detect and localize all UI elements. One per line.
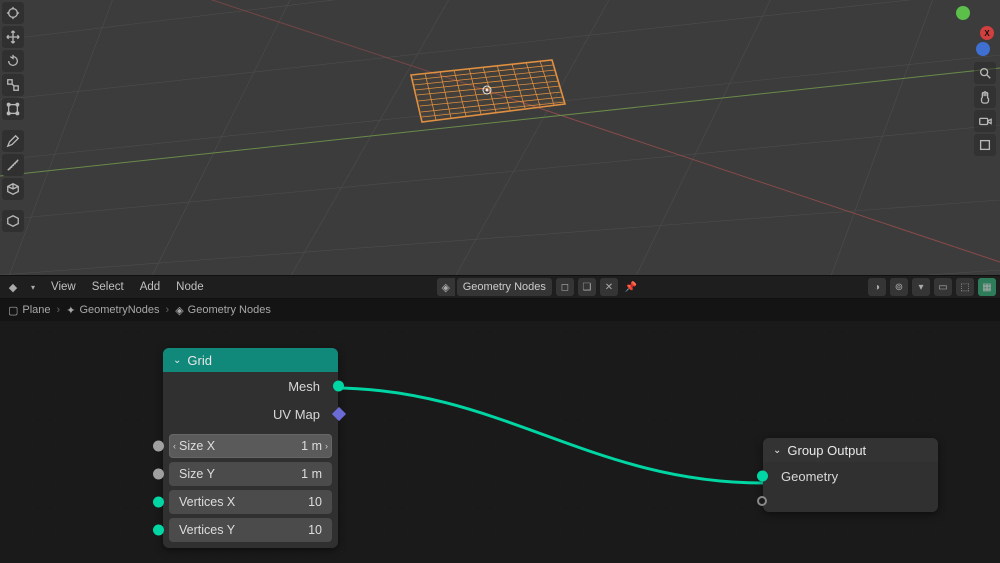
menu-add[interactable]: Add bbox=[133, 281, 167, 293]
node-group-output[interactable]: ⌄ Group Output Geometry bbox=[763, 438, 938, 512]
gizmo-y-axis[interactable] bbox=[956, 6, 970, 20]
field-vertsx-label: Vertices X bbox=[179, 495, 235, 509]
node-editor-header: ◆ ▾ View Select Add Node ◈ Geometry Node… bbox=[0, 275, 1000, 299]
field-size-y[interactable]: Size Y 1 m bbox=[169, 462, 332, 486]
output-uvmap-label: UV Map bbox=[273, 407, 320, 422]
move-tool-icon[interactable] bbox=[2, 26, 24, 48]
options-icon[interactable]: ▾ bbox=[912, 278, 930, 296]
new-nodegroup-icon[interactable]: ❏ bbox=[578, 278, 596, 296]
filter-icon[interactable]: ⬚ bbox=[956, 278, 974, 296]
node-output-header[interactable]: ⌄ Group Output bbox=[763, 438, 938, 462]
viewport-grid bbox=[0, 0, 1000, 275]
node-grid-header[interactable]: ⌄ Grid bbox=[163, 348, 338, 372]
field-sizex-label: Size X bbox=[179, 439, 215, 453]
socket-sizey-in[interactable] bbox=[153, 469, 164, 480]
chevron-left-icon: ‹ bbox=[173, 441, 176, 451]
output-mesh-label: Mesh bbox=[288, 379, 320, 394]
fake-user-icon[interactable]: ◻ bbox=[556, 278, 574, 296]
unlink-icon[interactable]: ✕ bbox=[600, 278, 618, 296]
pin-icon[interactable]: 📌 bbox=[622, 278, 640, 296]
chevron-right-icon: › bbox=[166, 304, 170, 316]
output-mesh-row: Mesh bbox=[163, 372, 338, 400]
cursor-tool-icon[interactable] bbox=[2, 2, 24, 24]
menu-select[interactable]: Select bbox=[85, 281, 131, 293]
field-sizey-label: Size Y bbox=[179, 467, 215, 481]
field-vertsy-value: 10 bbox=[308, 523, 322, 537]
annotate-tool-icon[interactable] bbox=[2, 130, 24, 152]
socket-mesh-out[interactable] bbox=[333, 381, 344, 392]
node-editor-canvas[interactable]: ⌄ Grid Mesh UV Map ‹ › Size X 1 m Size Y … bbox=[0, 321, 1000, 563]
breadcrumb-group[interactable]: ◈ Geometry Nodes bbox=[175, 304, 271, 317]
cube-outline-icon[interactable] bbox=[2, 210, 24, 232]
node-output-title: Group Output bbox=[787, 443, 866, 458]
output-uvmap-row: UV Map bbox=[163, 400, 338, 428]
field-sizex-value: 1 m bbox=[301, 439, 322, 453]
field-vertices-y[interactable]: Vertices Y 10 bbox=[169, 518, 332, 542]
input-extend-row bbox=[763, 490, 938, 512]
socket-extend-in[interactable] bbox=[757, 496, 767, 506]
breadcrumb-modifier[interactable]: ✦ GeometryNodes bbox=[66, 304, 159, 317]
spreadsheet-icon[interactable]: ▦ bbox=[978, 278, 996, 296]
menu-node[interactable]: Node bbox=[169, 281, 211, 293]
node-grid[interactable]: ⌄ Grid Mesh UV Map ‹ › Size X 1 m Size Y … bbox=[163, 348, 338, 548]
snap-icon[interactable]: ⊚ bbox=[890, 278, 908, 296]
field-vertsy-label: Vertices Y bbox=[179, 523, 235, 537]
input-geometry-row: Geometry bbox=[763, 462, 938, 490]
socket-uvmap-out[interactable] bbox=[332, 407, 346, 421]
socket-sizex-in[interactable] bbox=[153, 441, 164, 452]
nodegroup-label: Geometry Nodes bbox=[463, 281, 546, 293]
camera-view-icon[interactable] bbox=[974, 110, 996, 132]
node-grid-title: Grid bbox=[187, 353, 212, 368]
socket-vertsx-in[interactable] bbox=[153, 497, 164, 508]
chevron-down-icon[interactable]: ▾ bbox=[24, 278, 42, 296]
field-size-x[interactable]: ‹ › Size X 1 m bbox=[169, 434, 332, 458]
breadcrumb-object[interactable]: ▢ Plane bbox=[8, 304, 51, 317]
breadcrumb: ▢ Plane › ✦ GeometryNodes › ◈ Geometry N… bbox=[0, 299, 1000, 321]
field-vertices-x[interactable]: Vertices X 10 bbox=[169, 490, 332, 514]
socket-geometry-in[interactable] bbox=[757, 471, 768, 482]
measure-tool-icon[interactable] bbox=[2, 154, 24, 176]
gizmo-z-axis[interactable] bbox=[976, 42, 990, 56]
show-used-icon[interactable]: ▭ bbox=[934, 278, 952, 296]
editor-type-icon[interactable]: ◆ bbox=[4, 278, 22, 296]
input-geometry-label: Geometry bbox=[781, 469, 838, 484]
socket-vertsy-in[interactable] bbox=[153, 525, 164, 536]
viewport-right-icons bbox=[974, 62, 996, 156]
orientation-gizmo[interactable]: X bbox=[940, 4, 994, 58]
nodegroup-name-field[interactable]: Geometry Nodes bbox=[457, 278, 552, 296]
chevron-right-icon: › bbox=[57, 304, 61, 316]
menu-view[interactable]: View bbox=[44, 281, 83, 293]
scale-tool-icon[interactable] bbox=[2, 74, 24, 96]
chevron-down-icon: ⌄ bbox=[773, 445, 781, 456]
nodegroup-browse-icon[interactable]: ◈ bbox=[437, 278, 455, 296]
transform-tool-icon[interactable] bbox=[2, 98, 24, 120]
overlay-toggle-icon[interactable]: ◑ bbox=[868, 278, 886, 296]
chevron-right-icon: › bbox=[325, 441, 328, 451]
zoom-icon[interactable] bbox=[974, 62, 996, 84]
viewport-3d[interactable]: X bbox=[0, 0, 1000, 275]
hand-icon[interactable] bbox=[974, 86, 996, 108]
rotate-tool-icon[interactable] bbox=[2, 50, 24, 72]
perspective-toggle-icon[interactable] bbox=[974, 134, 996, 156]
field-sizey-value: 1 m bbox=[301, 467, 322, 481]
viewport-toolbar bbox=[2, 2, 24, 232]
field-vertsx-value: 10 bbox=[308, 495, 322, 509]
chevron-down-icon: ⌄ bbox=[173, 355, 181, 366]
add-cube-tool-icon[interactable] bbox=[2, 178, 24, 200]
gizmo-x-axis[interactable]: X bbox=[980, 26, 994, 40]
